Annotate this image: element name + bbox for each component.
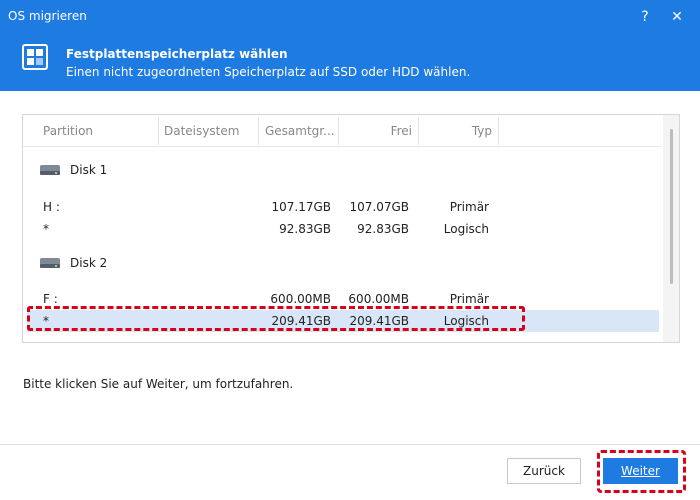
title-bar: OS migrieren ? ✕ (0, 0, 700, 34)
total-cell: 107.17GB (271, 200, 331, 214)
column-header-filesystem[interactable]: Dateisystem (159, 117, 259, 145)
back-button[interactable]: Zurück (507, 458, 581, 484)
disk-icon (40, 258, 60, 268)
table-row[interactable]: H : 107.17GB 107.07GB Primär (27, 196, 659, 218)
close-icon[interactable]: ✕ (664, 5, 690, 29)
column-header-total[interactable]: Gesamtgr... (259, 117, 339, 145)
selected-row-highlight (27, 306, 525, 331)
header-divider (23, 146, 661, 147)
instruction-text: Bitte klicken Sie auf Weiter, um fortzuf… (23, 377, 294, 391)
header-title: Festplattenspeicherplatz wählen (66, 47, 288, 61)
total-cell: 92.83GB (279, 222, 331, 236)
disk-icon (40, 165, 60, 175)
header-subtitle: Einen nicht zugeordneten Speicherplatz a… (66, 65, 471, 79)
table-row[interactable]: * 92.83GB 92.83GB Logisch (27, 218, 659, 240)
disk-label: Disk 2 (70, 256, 108, 270)
free-cell: 107.07GB (349, 200, 409, 214)
dialog-header: Festplattenspeicherplatz wählen Einen ni… (0, 34, 700, 91)
disk-grid-icon (22, 44, 48, 70)
scrollbar[interactable] (663, 115, 679, 342)
scrollbar-thumb[interactable] (670, 129, 673, 284)
window-title: OS migrieren (8, 9, 87, 23)
free-cell: 92.83GB (357, 222, 409, 236)
column-header-free[interactable]: Frei (339, 117, 419, 145)
disk-label: Disk 1 (70, 163, 108, 177)
column-header-partition[interactable]: Partition (23, 117, 159, 145)
partition-cell: * (43, 222, 49, 236)
next-button-highlight (597, 450, 686, 493)
partition-cell: H : (43, 200, 60, 214)
column-header-type[interactable]: Typ (419, 117, 499, 145)
help-icon[interactable]: ? (632, 5, 658, 29)
type-cell: Primär (449, 200, 489, 214)
footer-divider (0, 444, 700, 445)
type-cell: Logisch (443, 222, 489, 236)
